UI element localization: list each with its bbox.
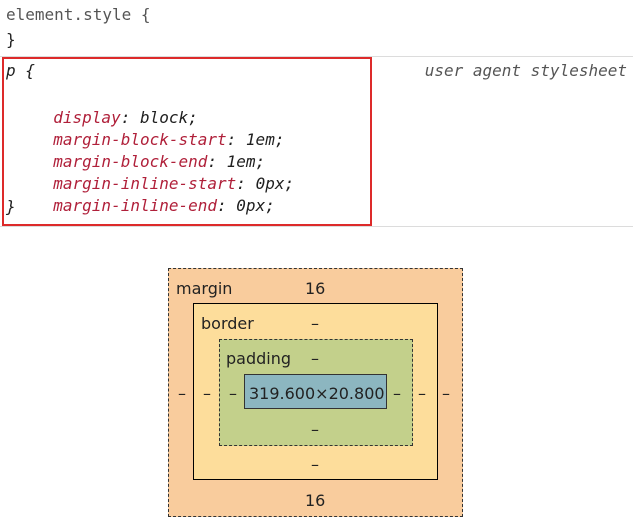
border-label: border [201, 314, 254, 333]
border-left-value[interactable]: – [203, 384, 211, 403]
padding-right-value[interactable]: – [393, 384, 401, 403]
rule-divider [0, 226, 633, 227]
declaration-value[interactable]: 0px; [236, 196, 275, 215]
margin-bottom-value[interactable]: 16 [305, 491, 325, 510]
padding-top-value[interactable]: – [311, 349, 319, 368]
ua-rule-selector[interactable]: p { [6, 60, 35, 82]
margin-left-value[interactable]: – [178, 384, 186, 403]
margin-top-value[interactable]: 16 [305, 279, 325, 298]
element-style-selector[interactable]: element.style { [6, 4, 151, 26]
padding-left-value[interactable]: – [229, 384, 237, 403]
padding-label: padding [226, 349, 292, 368]
ua-stylesheet-source: user agent stylesheet [424, 61, 627, 80]
declaration-property[interactable]: margin-inline-end [53, 196, 217, 215]
declaration-margin-inline-end[interactable]: margin-inline-end: 0px; [34, 173, 275, 217]
border-top-value[interactable]: – [311, 314, 319, 333]
margin-label: margin [176, 279, 233, 298]
margin-right-value[interactable]: – [442, 384, 450, 403]
border-right-value[interactable]: – [418, 384, 426, 403]
padding-bottom-value[interactable]: – [311, 420, 319, 439]
element-style-close-brace: } [6, 30, 16, 49]
ua-rule-close-brace: } [6, 197, 16, 216]
border-bottom-value[interactable]: – [311, 455, 319, 474]
content-size-value[interactable]: 319.600×20.800 [249, 384, 385, 403]
